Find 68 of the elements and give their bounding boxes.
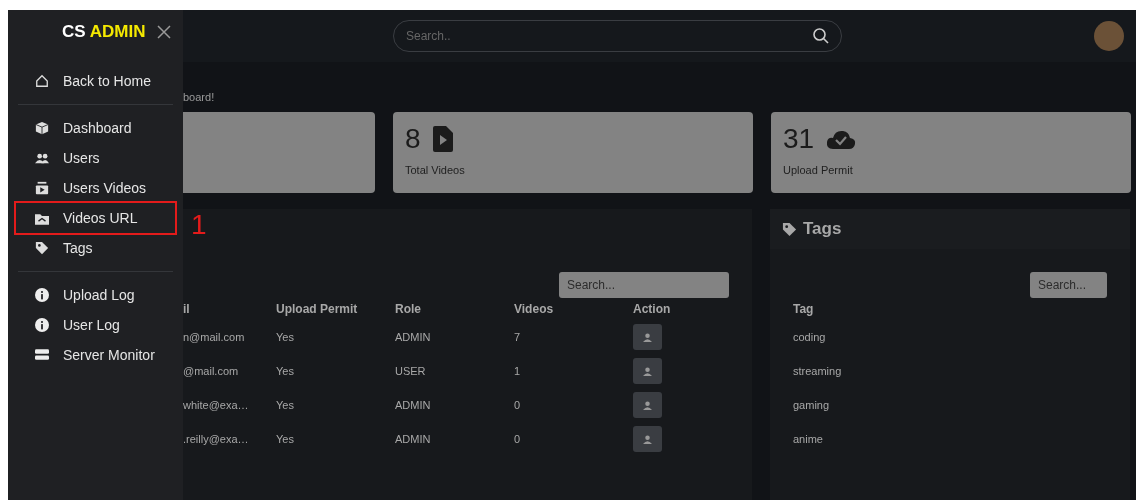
sidebar-item[interactable]: Users — [16, 143, 175, 173]
sidebar-item[interactable]: Tags — [16, 233, 175, 263]
close-icon[interactable] — [157, 25, 172, 39]
table-cell-text: ADMIN — [395, 329, 432, 345]
user-icon — [643, 400, 652, 410]
table-cell-text: Yes — [276, 329, 295, 345]
file-play-icon — [432, 126, 453, 152]
column-header: Upload Permit — [276, 301, 359, 318]
sidebar-item[interactable]: Dashboard — [16, 113, 175, 143]
search-input[interactable]: Search.. — [406, 27, 813, 45]
panel-title: Tags — [803, 218, 842, 241]
stat-label: Upload Permit — [783, 163, 854, 178]
users-icon — [35, 151, 49, 165]
info-icon — [35, 318, 49, 332]
column-header: Videos — [514, 301, 555, 318]
user-button[interactable] — [633, 324, 662, 350]
video-box-icon — [35, 181, 49, 195]
table-cell-text: 7 — [514, 329, 522, 345]
table-cell-text: Yes — [276, 363, 295, 379]
sidebar-item[interactable]: Server Monitor — [16, 340, 175, 370]
table-cell-text: .reilly@exa… — [183, 431, 250, 447]
table-cell-text: gaming — [793, 397, 830, 413]
stat-value: 31 — [783, 125, 815, 153]
table-cell-text: Yes — [276, 397, 295, 413]
table-cell-text: white@exa… — [183, 397, 250, 413]
search-field[interactable]: Search... — [559, 272, 729, 298]
sidebar-item[interactable]: Upload Log — [16, 280, 175, 310]
annotation-number: 1 — [191, 211, 207, 239]
stat-value: 8 — [405, 125, 421, 153]
table-cell-text: ADMIN — [395, 397, 432, 413]
sidebar-item[interactable]: Back to Home — [16, 66, 175, 96]
tag-icon — [782, 221, 797, 237]
sidebar-item[interactable]: User Log — [16, 310, 175, 340]
table-cell-text: n@mail.com — [183, 329, 246, 345]
avatar[interactable] — [1094, 21, 1124, 51]
user-icon — [643, 332, 652, 342]
table-cell-text: coding — [793, 329, 826, 345]
user-icon — [643, 434, 652, 444]
brand-logo: CS ADMIN — [62, 21, 146, 44]
table-cell-text: 0 — [514, 397, 522, 413]
table-cell-text: @mail.com — [183, 363, 240, 379]
server-icon — [35, 349, 49, 361]
user-button[interactable] — [633, 358, 662, 384]
column-header: Tag — [793, 301, 814, 318]
table-cell-text: streaming — [793, 363, 842, 379]
column-header: Role — [395, 301, 422, 318]
home-icon — [35, 74, 49, 88]
cloud-check-icon — [826, 129, 857, 149]
cube-icon — [35, 121, 49, 135]
tag-icon — [35, 241, 49, 255]
info-icon — [35, 288, 49, 302]
table-cell-text: anime — [793, 431, 823, 447]
welcome-text: board! — [183, 90, 216, 105]
table-cell-text: Yes — [276, 431, 295, 447]
search-icon — [813, 28, 829, 44]
search-field[interactable]: Search... — [1030, 272, 1107, 298]
column-header: Action — [633, 301, 672, 318]
folder-icon — [35, 211, 49, 225]
user-icon — [643, 366, 652, 376]
user-button[interactable] — [633, 426, 662, 452]
table-cell-text: 0 — [514, 431, 522, 447]
table-cell-text: ADMIN — [395, 431, 432, 447]
sidebar-item[interactable]: Users Videos — [16, 173, 175, 203]
column-header: il — [183, 301, 191, 318]
stat-label: Total Videos — [405, 163, 466, 178]
user-button[interactable] — [633, 392, 662, 418]
table-cell-text: 1 — [514, 363, 522, 379]
table-cell-text: USER — [395, 363, 427, 379]
